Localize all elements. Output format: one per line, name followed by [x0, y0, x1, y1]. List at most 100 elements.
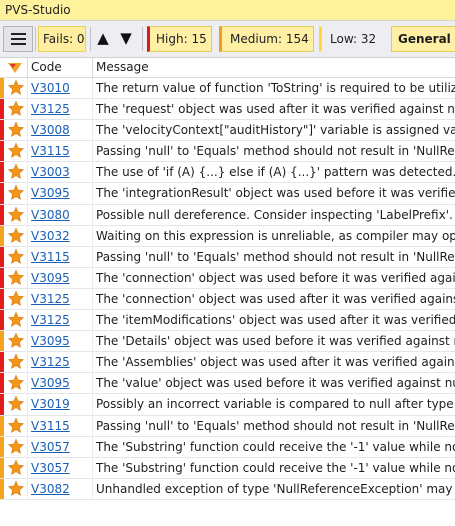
favorite-star-icon[interactable]: [8, 290, 24, 307]
table-row[interactable]: V3095 The 'connection' object was used be…: [0, 267, 455, 289]
diagnostic-message: The 'Details' object was used before it …: [96, 334, 455, 349]
level-indicator: [0, 288, 4, 310]
diagnostic-code-link[interactable]: V3125: [31, 310, 70, 330]
table-row[interactable]: V3095 The 'Details' object was used befor…: [0, 331, 455, 353]
favorite-star-icon[interactable]: [8, 163, 24, 180]
table-row[interactable]: V3003 The use of 'if (A) {...} else if (A…: [0, 162, 455, 184]
diagnostic-message: Possibly an incorrect variable is compar…: [96, 397, 455, 412]
diagnostic-code-link[interactable]: V3080: [31, 205, 70, 225]
fails-filter-button[interactable]: Fails: 0: [38, 26, 86, 52]
diagnostic-code-link[interactable]: V3115: [31, 247, 70, 267]
diagnostic-code-link[interactable]: V3095: [31, 331, 70, 351]
level-indicator: [0, 183, 4, 204]
diagnostic-code-link[interactable]: V3032: [31, 226, 70, 246]
diagnostic-code-link[interactable]: V3003: [31, 162, 70, 182]
diagnostic-message: The 'itemModifications' object was used …: [96, 313, 455, 328]
diagnostic-code-link[interactable]: V3095: [31, 373, 70, 393]
favorite-star-icon[interactable]: [8, 100, 24, 117]
messages-table: Code Message V3010 The return value of fu…: [0, 58, 455, 500]
favorite-star-icon[interactable]: [8, 417, 24, 434]
level-indicator: [0, 78, 4, 99]
diagnostic-message: Passing 'null' to 'Equals' method should…: [96, 249, 455, 264]
table-row[interactable]: V3115 Passing 'null' to 'Equals' method s…: [0, 246, 455, 268]
favorite-star-icon[interactable]: [8, 142, 24, 159]
table-row[interactable]: V3125 The 'Assemblies' object was used af…: [0, 352, 455, 374]
table-row[interactable]: V3095 The 'integrationResult' object was …: [0, 183, 455, 205]
favorite-star-icon[interactable]: [8, 438, 24, 455]
table-row[interactable]: V3057 The 'Substring' function could rece…: [0, 457, 455, 479]
diagnostic-code-link[interactable]: V3057: [31, 458, 70, 478]
table-row[interactable]: V3125 The 'itemModifications' object was …: [0, 310, 455, 332]
table-row[interactable]: V3082 Unhandled exception of type 'NullRe…: [0, 478, 455, 500]
low-level-filter-button[interactable]: Low: 32: [319, 26, 385, 52]
diagnostic-code-link[interactable]: V3115: [31, 416, 70, 436]
diagnostic-code-link[interactable]: V3082: [31, 479, 70, 499]
high-level-filter-button[interactable]: High: 15: [147, 26, 212, 52]
diagnostic-message: Passing 'null' to 'Equals' method should…: [96, 144, 455, 159]
table-row[interactable]: V3080 Possible null dereference. Consider…: [0, 204, 455, 226]
favorite-star-icon[interactable]: [8, 206, 24, 223]
toolbar: Fails: 0 ▲ ▼ High: 15 Medium: 154 Low: 3…: [0, 20, 455, 58]
previous-message-button[interactable]: ▲: [93, 26, 113, 52]
favorite-star-icon[interactable]: [8, 353, 24, 370]
diagnostic-message: The 'value' object was used before it wa…: [96, 376, 455, 391]
level-indicator: [0, 436, 4, 457]
level-indicator: [0, 204, 4, 225]
diagnostic-code-link[interactable]: V3010: [31, 78, 70, 98]
table-row[interactable]: V3095 The 'value' object was used before …: [0, 373, 455, 395]
diagnostic-code-link[interactable]: V3115: [31, 141, 70, 161]
message-column-header[interactable]: Message: [96, 58, 149, 77]
diagnostic-code-link[interactable]: V3125: [31, 289, 70, 309]
level-indicator: [0, 478, 4, 499]
diagnostic-code-link[interactable]: V3008: [31, 120, 70, 140]
diagnostic-code-link[interactable]: V3057: [31, 437, 70, 457]
level-indicator: [0, 394, 4, 415]
favorite-star-icon[interactable]: [8, 395, 24, 412]
table-row[interactable]: V3115 Passing 'null' to 'Equals' method s…: [0, 141, 455, 163]
messages-list: V3010 The return value of function 'ToStr…: [0, 78, 455, 500]
next-message-button[interactable]: ▼: [116, 26, 136, 52]
diagnostic-code-link[interactable]: V3125: [31, 99, 70, 119]
level-indicator: [0, 331, 4, 352]
favorite-star-icon[interactable]: [8, 374, 24, 391]
menu-button[interactable]: [3, 26, 33, 52]
diagnostic-code-link[interactable]: V3095: [31, 268, 70, 288]
favorite-star-icon[interactable]: [8, 311, 24, 328]
favorite-star-icon[interactable]: [8, 269, 24, 286]
table-row[interactable]: V3125 The 'connection' object was used af…: [0, 288, 455, 311]
favorite-star-icon[interactable]: [8, 248, 24, 265]
table-row[interactable]: V3010 The return value of function 'ToStr…: [0, 78, 455, 100]
diagnostic-message: The 'connection' object was used after i…: [96, 291, 455, 306]
table-row[interactable]: V3019 Possibly an incorrect variable is c…: [0, 394, 455, 416]
toolbar-separator: [142, 27, 143, 51]
diagnostic-code-link[interactable]: V3095: [31, 183, 70, 203]
level-indicator: [0, 267, 4, 288]
diagnostic-code-link[interactable]: V3125: [31, 352, 70, 372]
table-row[interactable]: V3125 The 'request' object was used after…: [0, 99, 455, 121]
diagnostic-message: The 'velocityContext["auditHistory"]' va…: [96, 123, 455, 138]
favorite-star-icon[interactable]: [8, 332, 24, 349]
code-column-header[interactable]: Code: [31, 58, 62, 77]
table-row[interactable]: V3008 The 'velocityContext["auditHistory"…: [0, 120, 455, 142]
general-analysis-filter-button[interactable]: General: [391, 26, 455, 52]
favorite-star-icon[interactable]: [8, 121, 24, 138]
level-indicator: [0, 120, 4, 141]
level-indicator: [0, 310, 4, 331]
favorite-star-icon[interactable]: [8, 227, 24, 244]
favorite-star-icon[interactable]: [8, 459, 24, 476]
toolbar-separator: [90, 27, 91, 51]
table-row[interactable]: V3057 The 'Substring' function could rece…: [0, 436, 455, 458]
diagnostic-message: The use of 'if (A) {...} else if (A) {..…: [96, 165, 455, 180]
medium-level-filter-button[interactable]: Medium: 154: [219, 26, 314, 52]
sort-filter-icon[interactable]: [7, 62, 23, 74]
table-row[interactable]: V3115 Passing 'null' to 'Equals' method s…: [0, 415, 455, 437]
diagnostic-message: Possible null dereference. Consider insp…: [96, 207, 453, 222]
favorite-star-icon[interactable]: [8, 184, 24, 201]
diagnostic-message: Unhandled exception of type 'NullReferen…: [96, 481, 455, 496]
favorite-star-icon[interactable]: [8, 79, 24, 96]
diagnostic-message: Passing 'null' to 'Equals' method should…: [96, 418, 455, 433]
toolbar-separator: [35, 27, 36, 51]
table-row[interactable]: V3032 Waiting on this expression is unrel…: [0, 225, 455, 247]
diagnostic-code-link[interactable]: V3019: [31, 394, 70, 414]
favorite-star-icon[interactable]: [8, 480, 24, 497]
